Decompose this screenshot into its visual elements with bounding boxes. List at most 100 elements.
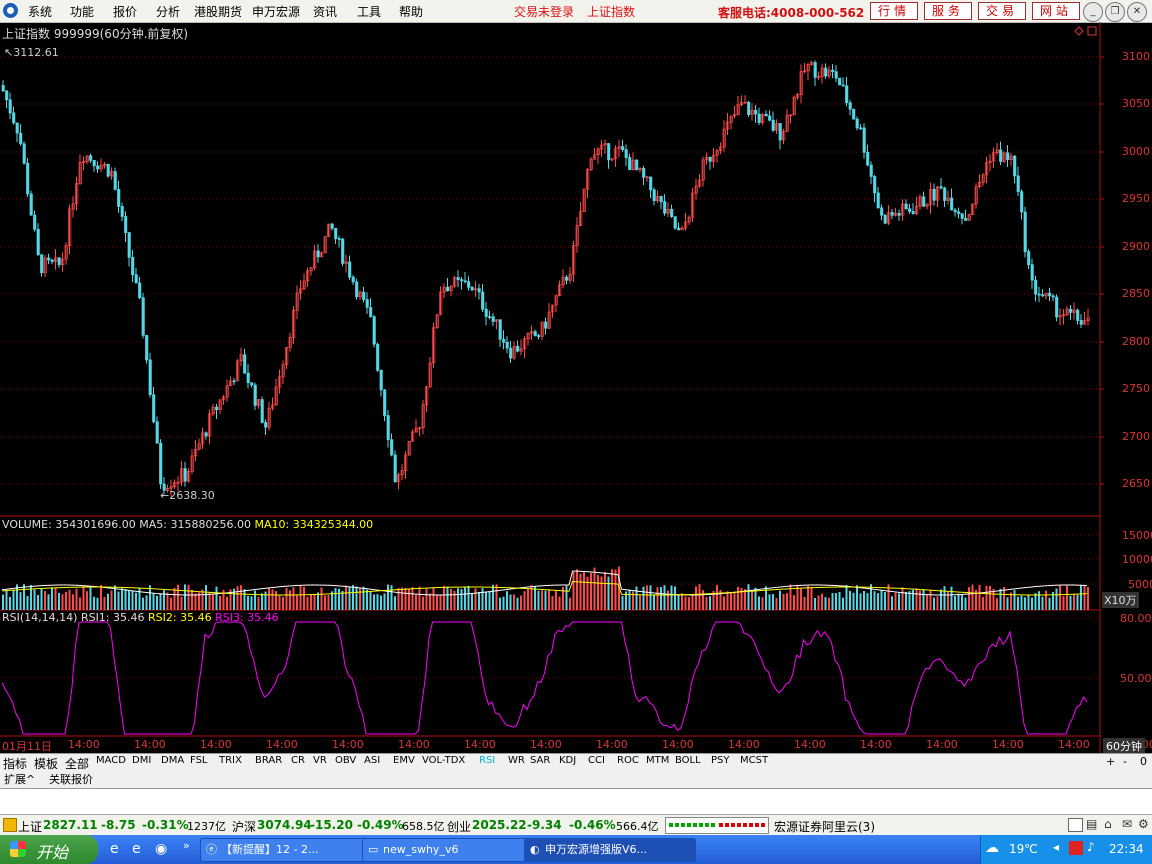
volume-bar	[261, 593, 263, 610]
menu-analysis[interactable]: 分析	[156, 3, 180, 20]
menu-swhy[interactable]: 申万宏源	[252, 3, 300, 20]
signal-icon[interactable]: ⌂	[1104, 817, 1112, 831]
tab-remove-button[interactable]: -	[1123, 755, 1127, 768]
network-icon[interactable]: ♪	[1087, 840, 1095, 854]
tab-reset-button[interactable]: 0	[1140, 755, 1147, 768]
show-more-icon[interactable]: »	[183, 839, 190, 852]
candle	[225, 379, 229, 402]
browser-icon[interactable]: ◉	[155, 841, 167, 857]
indicator-tabbar: 指标 模板 全部 MACD DMI DMA FSL TRIX BRAR CR VR OBV ASI EMV…	[0, 753, 1152, 771]
tab-vr[interactable]: VR	[313, 755, 327, 766]
candle	[1027, 249, 1031, 269]
candle	[456, 270, 460, 288]
volume-bar	[660, 587, 662, 610]
chart-diamond-icon[interactable]	[1074, 26, 1084, 36]
tab-brar[interactable]: BRAR	[255, 755, 282, 766]
taskbar-item-folder[interactable]: ▭ new_swhy_v6	[362, 838, 534, 862]
volume-bar	[544, 590, 547, 610]
tab-sar[interactable]: SAR	[530, 755, 550, 766]
tab-dma[interactable]: DMA	[161, 755, 184, 766]
tab-wr[interactable]: WR	[508, 755, 525, 766]
menu-news[interactable]: 资讯	[313, 3, 337, 20]
tab-obv[interactable]: OBV	[335, 755, 356, 766]
tab-voltdx[interactable]: VOL-TDX	[422, 755, 465, 766]
market-button[interactable]: 行情	[870, 2, 918, 20]
menu-function[interactable]: 功能	[70, 3, 94, 20]
layout-icon[interactable]	[1068, 818, 1083, 832]
volume-bar	[478, 592, 480, 610]
flag-icon[interactable]	[1069, 841, 1083, 855]
candle	[680, 225, 684, 231]
settings-icon[interactable]: ⚙	[1138, 817, 1149, 831]
chart-restore-icon[interactable]	[1087, 26, 1097, 36]
tab-cr[interactable]: CR	[291, 755, 305, 766]
chart-canvas[interactable]	[0, 22, 1152, 753]
volume-bar	[821, 593, 823, 610]
menu-tools[interactable]: 工具	[357, 3, 381, 20]
restore-icon[interactable]: ❐	[1105, 2, 1125, 22]
candle	[110, 167, 114, 180]
volume-bar	[44, 591, 46, 610]
candle	[194, 440, 198, 462]
tab-related-quote[interactable]: 关联报价	[49, 771, 93, 787]
menu-system[interactable]: 系统	[28, 3, 52, 20]
candle	[117, 180, 121, 213]
tab-cci[interactable]: CCI	[588, 755, 605, 766]
volume-bar	[96, 597, 99, 610]
tab-fsl[interactable]: FSL	[190, 755, 208, 766]
volume-bar	[674, 586, 676, 610]
trade-login-status[interactable]: 交易未登录	[514, 3, 574, 20]
candle	[141, 292, 145, 339]
candle	[887, 205, 891, 226]
trade-button[interactable]: 交易	[978, 2, 1026, 20]
candle	[831, 64, 835, 79]
menu-hk-futures[interactable]: 港股期货	[194, 3, 242, 20]
candle	[316, 244, 320, 263]
tab-boll[interactable]: BOLL	[675, 755, 701, 766]
message-icon[interactable]: ✉	[1122, 817, 1132, 831]
tab-emv[interactable]: EMV	[393, 755, 415, 766]
close-icon[interactable]: ✕	[1127, 2, 1147, 22]
minimize-icon[interactable]: _	[1083, 2, 1103, 22]
menu-help[interactable]: 帮助	[399, 3, 423, 20]
candle	[904, 199, 908, 210]
service-button[interactable]: 服务	[924, 2, 972, 20]
ie-icon[interactable]: e	[110, 841, 119, 857]
candle	[943, 186, 947, 208]
tab-psy[interactable]: PSY	[711, 755, 730, 766]
tab-asi[interactable]: ASI	[364, 755, 380, 766]
taskbar-item-swhy[interactable]: ◐ 申万宏源增强版V6...	[524, 838, 696, 862]
tab-add-button[interactable]: +	[1106, 755, 1115, 768]
tab-roc[interactable]: ROC	[617, 755, 639, 766]
volume-bar	[502, 596, 505, 610]
tab-mcst[interactable]: MCST	[740, 755, 768, 766]
ie2-icon[interactable]: e	[132, 841, 141, 857]
volume-bar	[838, 591, 841, 610]
candle	[1037, 286, 1041, 303]
volume-bar	[961, 594, 963, 610]
time-axis-label: 14:00	[464, 738, 496, 751]
candle	[411, 429, 415, 442]
menu-quote[interactable]: 报价	[113, 3, 137, 20]
tab-dmi[interactable]: DMI	[132, 755, 151, 766]
candle	[1062, 309, 1066, 325]
arrow-icon[interactable]: ◂	[1053, 840, 1059, 854]
period-selector[interactable]: 60分钟	[1103, 738, 1145, 754]
chat-icon[interactable]: ▤	[1086, 817, 1097, 831]
volume-bar	[849, 590, 851, 610]
taskbar-item-label: 申万宏源增强版V6...	[545, 843, 648, 856]
tab-mtm[interactable]: MTM	[646, 755, 669, 766]
tab-rsi[interactable]: RSI	[479, 755, 495, 766]
candle	[267, 401, 271, 431]
taskbar-item-reminder[interactable]: ⓔ 【新提醒】12 - 2...	[200, 838, 372, 862]
start-button[interactable]: 开始	[0, 835, 98, 864]
candle	[344, 254, 348, 273]
tab-kdj[interactable]: KDJ	[559, 755, 576, 766]
tab-macd[interactable]: MACD	[96, 755, 126, 766]
tab-extension[interactable]: 扩展^	[4, 771, 35, 787]
website-button[interactable]: 网站	[1032, 2, 1080, 20]
tab-trix[interactable]: TRIX	[219, 755, 242, 766]
volume-bar	[527, 588, 529, 610]
candle	[635, 159, 639, 171]
index-link[interactable]: 上证指数	[587, 3, 635, 20]
